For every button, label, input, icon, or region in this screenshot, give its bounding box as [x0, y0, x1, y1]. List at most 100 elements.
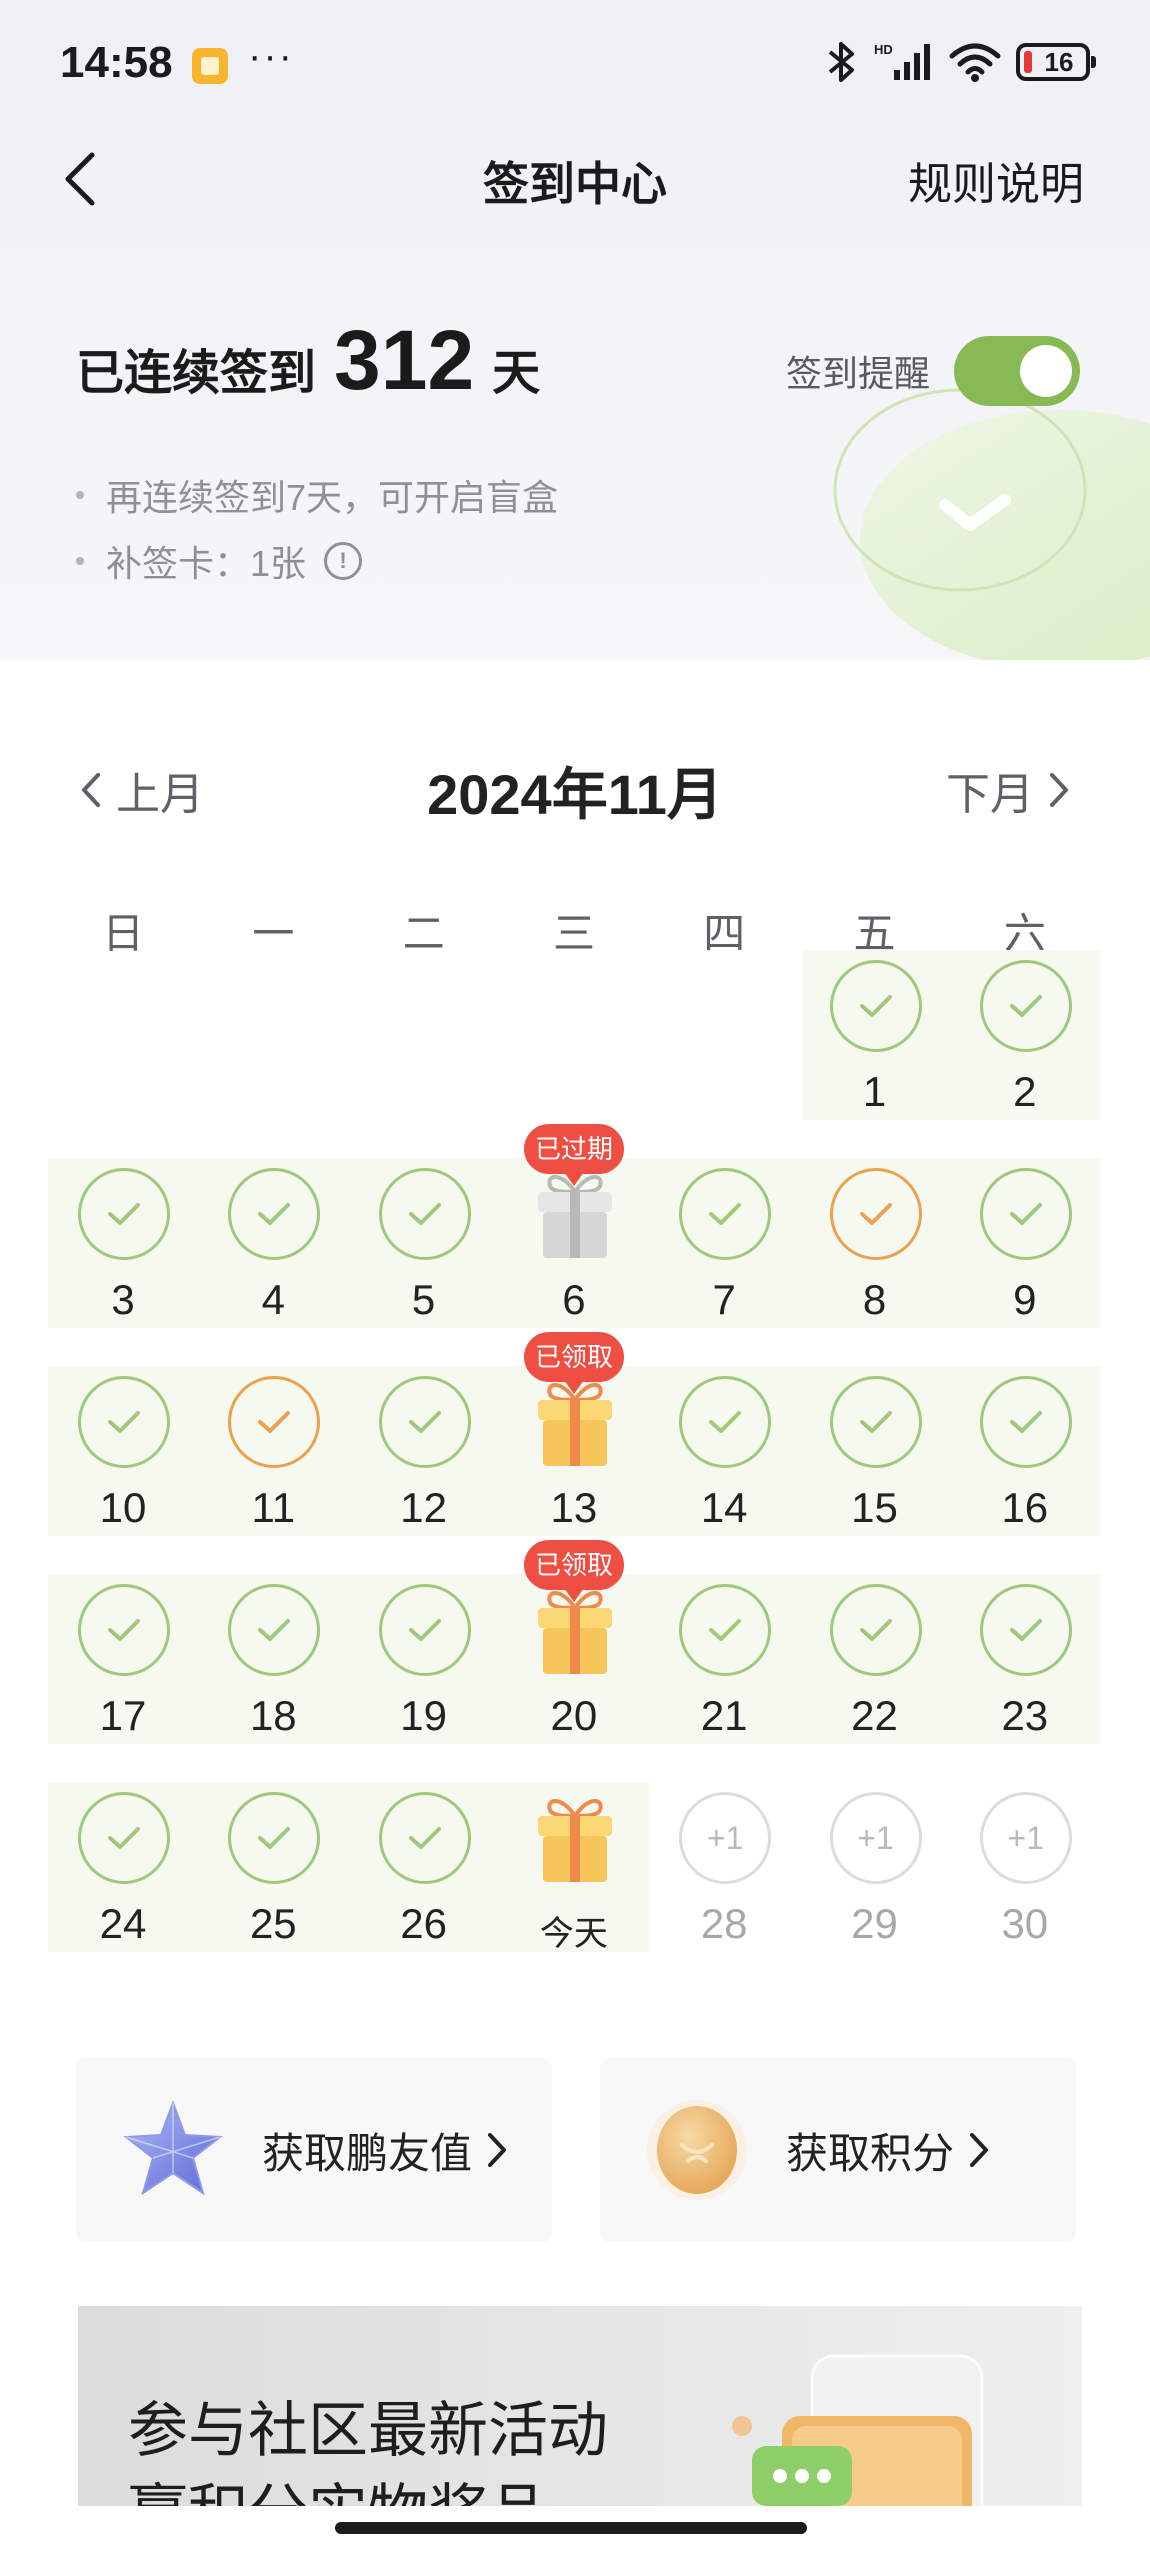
- home-indicator[interactable]: [335, 2522, 807, 2534]
- calendar-day[interactable]: 1: [800, 950, 950, 1120]
- calendar-day[interactable]: 17: [48, 1574, 198, 1744]
- checkmark-icon: [108, 1827, 140, 1849]
- header-area: 14:58 ··· HD 16 签到中心 规则说明 已连续签到 312 天 签到…: [0, 0, 1150, 660]
- checkmark-icon: [1009, 995, 1042, 1017]
- chevron-right-icon: [488, 2133, 507, 2167]
- calendar-day[interactable]: 11: [198, 1366, 348, 1536]
- calendar-day-today[interactable]: 今天: [499, 1782, 649, 1953]
- calendar-day[interactable]: 18: [198, 1574, 348, 1744]
- calendar-day[interactable]: 5: [349, 1158, 499, 1328]
- day-number: 5: [411, 1276, 436, 1323]
- checkmark-icon: [859, 1619, 892, 1641]
- get-friend-points-card[interactable]: 获取鹏友值: [76, 2058, 552, 2242]
- checkin-circle: [829, 960, 922, 1052]
- calendar-day[interactable]: +1 30: [950, 1782, 1100, 1952]
- calendar-day[interactable]: 7: [649, 1158, 799, 1328]
- checkin-circle: [679, 1584, 772, 1676]
- day-number: 13: [550, 1484, 598, 1531]
- reward-cards: 获取鹏友值 获取积分: [76, 2058, 1076, 2242]
- notification-app-icon: [192, 48, 228, 84]
- calendar-day[interactable]: 26: [349, 1782, 499, 1952]
- checkmark-icon: [709, 1411, 742, 1433]
- day-number: 1: [862, 1068, 887, 1115]
- calendar-day[interactable]: 24: [48, 1782, 198, 1952]
- chevron-right-icon: [1050, 773, 1068, 807]
- checkmark-icon: [709, 1203, 742, 1225]
- next-month-button[interactable]: 下月: [946, 758, 1070, 822]
- checkmark-icon: [1009, 1203, 1042, 1225]
- tip-item: 再连续签到7天，可开启盲盒: [76, 462, 558, 528]
- calendar-day[interactable]: 4: [198, 1158, 348, 1328]
- status-time: 14:58: [60, 38, 173, 87]
- future-reward-circle: +1: [979, 1792, 1072, 1884]
- calendar-day[interactable]: 10: [48, 1366, 198, 1536]
- checkin-circle: [378, 1792, 471, 1884]
- bullet-dot-icon: [76, 491, 84, 499]
- claimed-badge: 已领取: [524, 1540, 624, 1602]
- get-points-card[interactable]: 获取积分: [600, 2058, 1076, 2242]
- month-nav: 上月 2024年11月 下月: [0, 740, 1150, 830]
- calendar-day[interactable]: +1 28: [649, 1782, 799, 1952]
- checkin-circle: [228, 1792, 321, 1884]
- calendar-day[interactable]: 15: [800, 1366, 950, 1536]
- day-number: 18: [249, 1692, 297, 1739]
- expired-badge: 已过期: [524, 1124, 624, 1186]
- bluetooth-icon: [828, 42, 854, 82]
- calendar-day[interactable]: 19: [349, 1574, 499, 1744]
- checkin-circle: [78, 1584, 170, 1676]
- checkin-circle: [979, 1376, 1072, 1468]
- calendar-day[interactable]: 12: [349, 1366, 499, 1536]
- tip-text: 再连续签到7天，可开启盲盒: [106, 477, 559, 518]
- reminder-label: 签到提醒: [786, 353, 931, 394]
- streak-days: 312: [334, 313, 475, 407]
- day-number: 今天: [539, 1915, 608, 1953]
- day-number: 12: [400, 1484, 447, 1531]
- calendar-day[interactable]: 25: [198, 1782, 348, 1952]
- gift-box-icon: [537, 1799, 612, 1882]
- card-label: 获取积分: [786, 2129, 955, 2177]
- streak-prefix: 已连续签到: [76, 347, 317, 400]
- status-bar: 14:58 ··· HD 16: [0, 0, 1150, 130]
- weekday-label: 一: [252, 910, 295, 957]
- rules-link[interactable]: 规则说明: [908, 148, 1084, 212]
- calendar-day[interactable]: 21: [649, 1574, 799, 1744]
- calendar-day[interactable]: 22: [800, 1574, 950, 1744]
- day-number: 22: [851, 1692, 898, 1739]
- card-label: 获取鹏友值: [262, 2129, 473, 2177]
- checkin-circle: [378, 1584, 471, 1676]
- calendar-day[interactable]: 3: [48, 1158, 198, 1328]
- checkmark-icon: [108, 1619, 140, 1641]
- calendar-day[interactable]: +1 29: [800, 1782, 950, 1952]
- day-number: 2: [1013, 1068, 1037, 1115]
- day-number: 20: [550, 1692, 598, 1739]
- day-number: 8: [862, 1276, 887, 1323]
- day-number: 23: [1001, 1692, 1049, 1739]
- calendar-day[interactable]: 14: [649, 1366, 799, 1536]
- weekday-label: 日: [102, 910, 145, 957]
- network-type-label: HD: [874, 42, 893, 57]
- checkmark-icon: [1009, 1619, 1042, 1641]
- calendar: 上月 2024年11月 下月 日 一 二 三 四 五 六 1 2 3 4 5 6 已过期 7 8…: [0, 660, 1150, 2060]
- calendar-day[interactable]: 2: [950, 950, 1100, 1120]
- day-number: 26: [400, 1900, 447, 1947]
- battery-level: 16: [1044, 46, 1074, 77]
- calendar-day[interactable]: 16: [950, 1366, 1100, 1536]
- day-number: 7: [712, 1276, 736, 1323]
- wifi-icon: [949, 43, 1001, 82]
- nav-bar: 签到中心 规则说明: [0, 130, 1150, 230]
- calendar-day[interactable]: 8: [800, 1158, 950, 1328]
- calendar-day[interactable]: 23: [950, 1574, 1100, 1744]
- checkin-circle: [78, 1168, 170, 1260]
- star-crystal-icon: [118, 2095, 228, 2205]
- reminder-toggle[interactable]: [954, 336, 1081, 406]
- info-icon[interactable]: !: [324, 542, 363, 580]
- future-reward-circle: +1: [679, 1792, 772, 1884]
- day-number: 30: [1001, 1900, 1049, 1947]
- day-number: 11: [251, 1484, 296, 1531]
- calendar-day[interactable]: 9: [950, 1158, 1100, 1328]
- day-number: 10: [99, 1484, 147, 1531]
- checkin-circle: [979, 1168, 1072, 1260]
- day-number: 3: [111, 1276, 135, 1323]
- checkmark-icon: [408, 1619, 441, 1641]
- checkmark-icon: [408, 1411, 441, 1433]
